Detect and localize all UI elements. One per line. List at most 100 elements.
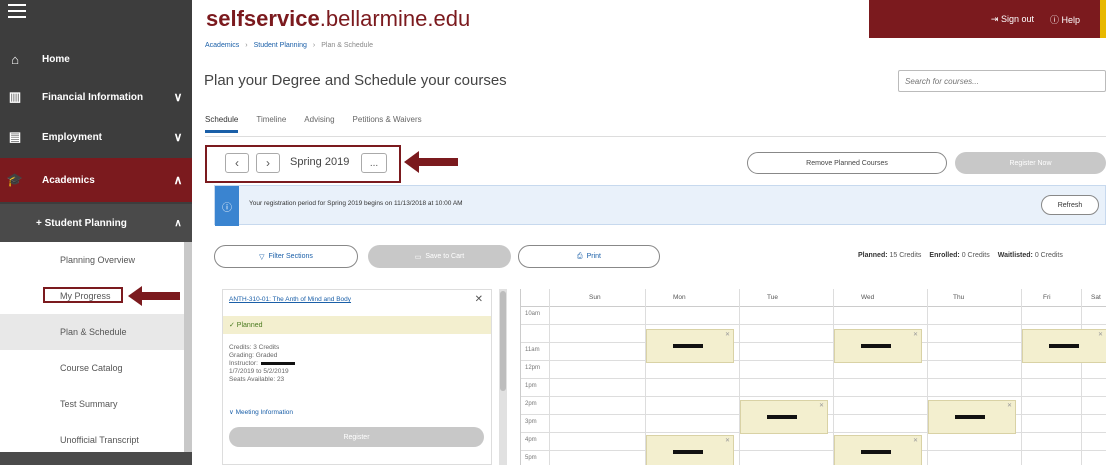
tab-petitions-waivers[interactable]: Petitions & Waivers bbox=[353, 115, 422, 133]
sidebar-item-employment[interactable]: ▤ Employment ∨ bbox=[0, 118, 192, 156]
help-label: Help bbox=[1061, 14, 1080, 25]
close-icon[interactable]: ✕ bbox=[725, 437, 730, 444]
remove-planned-courses-button[interactable]: Remove Planned Courses bbox=[747, 152, 947, 174]
close-icon[interactable]: ✕ bbox=[725, 331, 730, 338]
sidebar: ⌂ Home ▥ Financial Information ∨ ▤ Emplo… bbox=[0, 0, 192, 465]
calendar-day-mon: Mon bbox=[673, 294, 686, 301]
sign-out-button[interactable]: ⇥ Sign out bbox=[991, 14, 1034, 25]
tab-schedule[interactable]: Schedule bbox=[205, 115, 239, 133]
help-button[interactable]: ⓘ Help bbox=[1050, 13, 1080, 26]
chevron-up-icon: ∧ bbox=[173, 173, 183, 187]
course-block[interactable]: ✕ bbox=[834, 435, 922, 465]
planned-credits-value: 15 Credits bbox=[889, 252, 922, 259]
filter-sections-button[interactable]: ▽ Filter Sections bbox=[214, 245, 358, 268]
sidebar-item-academics[interactable]: 🎓 Academics ∧ bbox=[0, 158, 192, 202]
sidebar-item-financial-information[interactable]: ▥ Financial Information ∨ bbox=[0, 78, 192, 116]
breadcrumb-student-planning[interactable]: Student Planning bbox=[254, 42, 307, 49]
close-icon[interactable]: ✕ bbox=[913, 437, 918, 444]
sidebar-footer bbox=[0, 452, 192, 465]
tab-timeline[interactable]: Timeline bbox=[256, 115, 286, 133]
sidebar-link-plan-schedule[interactable]: Plan & Schedule bbox=[0, 314, 184, 350]
search-input[interactable] bbox=[898, 70, 1106, 92]
course-register-button[interactable]: Register bbox=[229, 427, 484, 447]
my-progress-highlight-box bbox=[43, 287, 123, 303]
course-block[interactable]: ✕ bbox=[646, 435, 734, 465]
term-options-button[interactable]: ... bbox=[361, 153, 387, 173]
calendar-time: 1pm bbox=[525, 383, 537, 389]
course-card: ANTH-310-01: The Anth of Mind and Body ✕… bbox=[222, 289, 492, 465]
course-seats: Seats Available: 23 bbox=[229, 376, 285, 383]
credit-summary: Planned: 15 Credits Enrolled: 0 Credits … bbox=[858, 252, 1063, 259]
tab-advising[interactable]: Advising bbox=[304, 115, 334, 133]
course-block[interactable]: ✕ bbox=[834, 329, 922, 363]
breadcrumb-academics[interactable]: Academics bbox=[205, 42, 239, 49]
calendar-time: 12pm bbox=[525, 365, 541, 371]
calendar-row bbox=[521, 325, 1106, 343]
course-block[interactable]: ✕ bbox=[928, 400, 1016, 434]
sidebar-link-course-catalog[interactable]: Course Catalog bbox=[0, 350, 184, 386]
tab-bar: Schedule Timeline Advising Petitions & W… bbox=[205, 115, 422, 133]
page-title: Plan your Degree and Schedule your cours… bbox=[204, 72, 507, 89]
register-now-button[interactable]: Register Now bbox=[955, 152, 1106, 174]
breadcrumb-plan-schedule: Plan & Schedule bbox=[321, 42, 374, 49]
redacted-course-label bbox=[673, 344, 703, 348]
redacted-course-label bbox=[1049, 344, 1079, 348]
calendar-row: 10am bbox=[521, 307, 1106, 325]
course-list-scrollbar[interactable] bbox=[499, 289, 507, 465]
breadcrumb: Academics › Student Planning › Plan & Sc… bbox=[205, 42, 373, 49]
annotation-arrow-my-progress bbox=[128, 286, 180, 306]
print-button[interactable]: ⎙ Print bbox=[518, 245, 660, 268]
sidebar-link-test-summary[interactable]: Test Summary bbox=[0, 386, 184, 422]
app-root: ⌂ Home ▥ Financial Information ∨ ▤ Emplo… bbox=[0, 0, 1106, 465]
waitlisted-credits: Waitlisted: 0 Credits bbox=[998, 252, 1063, 259]
save-to-cart-button[interactable]: ▭ Save to Cart bbox=[368, 245, 511, 268]
calendar-day-sun: Sun bbox=[589, 294, 601, 301]
close-icon[interactable]: ✕ bbox=[819, 402, 824, 409]
print-label: Print bbox=[586, 253, 601, 260]
sidebar-link-planning-overview[interactable]: Planning Overview bbox=[0, 242, 184, 278]
info-icon: ⓘ bbox=[215, 186, 239, 226]
redacted-course-label bbox=[955, 415, 985, 419]
calendar-day-tue: Tue bbox=[767, 294, 778, 301]
redacted-instructor bbox=[260, 361, 295, 365]
course-block[interactable]: ✕ bbox=[740, 400, 828, 434]
calendar-row: 5pm bbox=[521, 451, 1106, 465]
filter-sections-label: Filter Sections bbox=[268, 253, 313, 260]
brand-logo[interactable]: selfservice.bellarmine.edu bbox=[206, 6, 470, 32]
meeting-information-toggle[interactable]: ∨ Meeting Information bbox=[229, 408, 293, 416]
close-icon[interactable]: ✕ bbox=[913, 331, 918, 338]
redacted-course-label bbox=[861, 344, 891, 348]
accent-stripe bbox=[1100, 0, 1106, 38]
sidebar-scrollbar[interactable] bbox=[184, 242, 192, 452]
course-block[interactable]: ✕ bbox=[646, 329, 734, 363]
tab-divider bbox=[205, 136, 1106, 137]
close-icon[interactable]: ✕ bbox=[1007, 402, 1012, 409]
graduation-cap-icon: 🎓 bbox=[6, 172, 24, 187]
course-title-link[interactable]: ANTH-310-01: The Anth of Mind and Body bbox=[229, 296, 351, 303]
next-term-button[interactable]: › bbox=[256, 153, 280, 173]
course-grading: Grading: Graded bbox=[229, 352, 278, 359]
chevron-down-icon: ∨ bbox=[173, 90, 183, 104]
cart-icon: ▭ bbox=[414, 253, 422, 261]
sidebar-item-label: Home bbox=[42, 53, 70, 65]
previous-term-button[interactable]: ‹ bbox=[225, 153, 249, 173]
close-icon[interactable]: ✕ bbox=[1098, 331, 1103, 338]
sign-out-label: Sign out bbox=[1000, 13, 1034, 24]
breadcrumb-separator: › bbox=[245, 42, 248, 49]
hamburger-menu-icon[interactable] bbox=[8, 4, 26, 18]
scrollbar-thumb[interactable] bbox=[500, 291, 506, 391]
brand-name: selfservice bbox=[206, 6, 320, 31]
course-block[interactable]: ✕ bbox=[1022, 329, 1106, 363]
sidebar-item-home[interactable]: ⌂ Home bbox=[0, 40, 192, 78]
home-icon: ⌂ bbox=[11, 51, 19, 67]
close-icon[interactable]: ✕ bbox=[475, 294, 483, 305]
schedule-calendar: Sun Mon Tue Wed Thu Fri Sat 10am 11am 12… bbox=[520, 289, 1106, 465]
refresh-button[interactable]: Refresh bbox=[1041, 195, 1099, 215]
course-status: ✓ Planned bbox=[223, 316, 491, 334]
waitlisted-credits-label: Waitlisted: bbox=[997, 252, 1033, 259]
sidebar-subgroup-student-planning[interactable]: + Student Planning ∧ bbox=[0, 204, 192, 242]
filter-icon: ▽ bbox=[259, 253, 265, 261]
enrolled-credits-label: Enrolled: bbox=[929, 252, 960, 259]
id-card-icon: ▤ bbox=[8, 129, 22, 144]
notice-text: Your registration period for Spring 2019… bbox=[249, 200, 463, 207]
